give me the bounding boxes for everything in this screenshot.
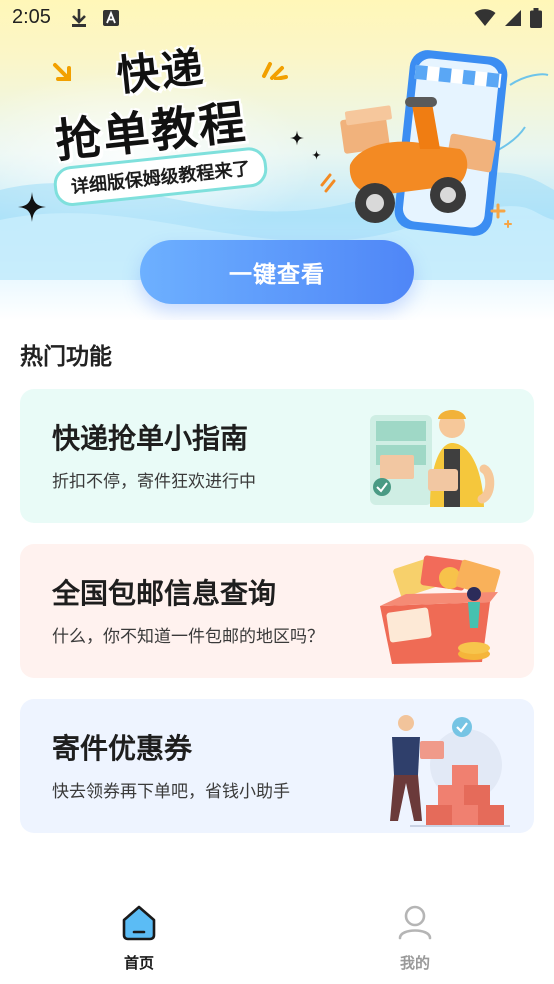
- wifi-icon: [474, 9, 496, 31]
- card-subtitle: 折扣不停，寄件狂欢进行中: [52, 472, 256, 492]
- small-sparkle-icon: [290, 130, 304, 146]
- hero-banner: 2:05 快递 抢单教程 详细版保姆级教程来了 一键查看: [0, 0, 554, 320]
- star-sparkle-icon: [18, 192, 46, 222]
- card-title: 快递抢单小指南: [52, 422, 249, 455]
- status-bar: 2:05: [0, 0, 554, 36]
- nav-label-home: 首页: [123, 954, 154, 972]
- card-title: 寄件优惠券: [52, 732, 193, 765]
- card-subtitle: 快去领券再下单吧，省钱小助手: [52, 782, 290, 802]
- download-icon: [70, 8, 88, 32]
- card-free-shipping-query[interactable]: 全国包邮信息查询 什么，你不知道一件包邮的地区吗？: [20, 544, 534, 678]
- battery-icon: [530, 8, 542, 32]
- nav-label-mine: 我的: [399, 954, 430, 972]
- card-shipping-coupon[interactable]: 寄件优惠券 快去领券再下单吧，省钱小助手: [20, 699, 534, 833]
- gift-box-illustration: [380, 555, 501, 664]
- card-title: 全国包邮信息查询: [52, 577, 277, 610]
- nav-item-home[interactable]: 首页: [79, 904, 199, 974]
- burst-decoration-icon: [262, 62, 288, 80]
- card-express-guide[interactable]: 快递抢单小指南 折扣不停，寄件狂欢进行中: [20, 389, 534, 523]
- package-worker-illustration: [390, 715, 510, 827]
- a-font-icon: [102, 9, 120, 31]
- signal-icon: [504, 9, 522, 31]
- status-time: 2:05: [12, 6, 51, 28]
- scooter-delivery-phone-illustration: [320, 50, 549, 236]
- arrow-decoration-icon: [53, 63, 71, 81]
- section-title: 热门功能: [20, 344, 112, 370]
- courier-illustration: [370, 410, 495, 507]
- nav-item-mine[interactable]: 我的: [355, 904, 475, 974]
- user-icon: [396, 904, 434, 946]
- view-now-button[interactable]: 一键查看: [140, 240, 414, 304]
- bottom-navigation: 首页 我的: [0, 890, 554, 984]
- home-icon: [120, 904, 158, 946]
- card-subtitle: 什么，你不知道一件包邮的地区吗？: [52, 627, 324, 647]
